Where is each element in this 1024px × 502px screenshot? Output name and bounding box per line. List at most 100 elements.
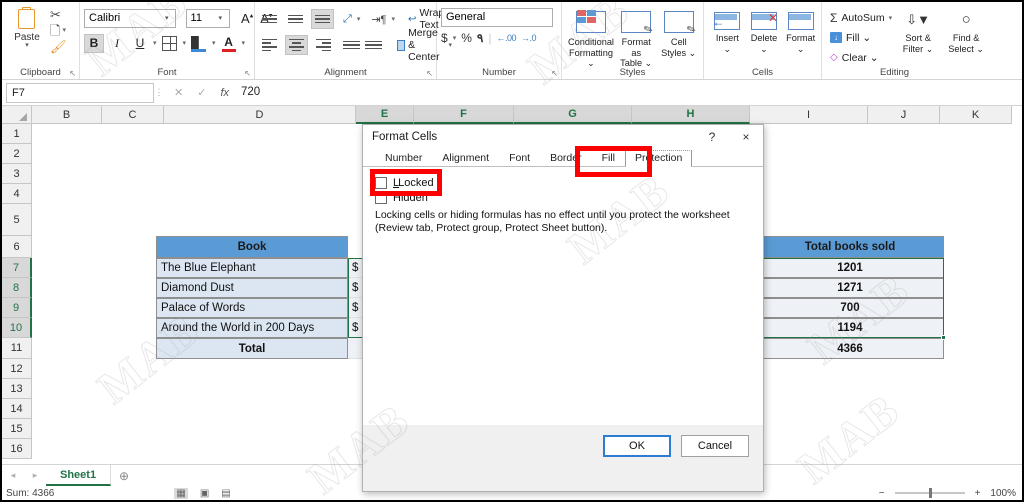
- column-header-G[interactable]: G: [514, 106, 632, 124]
- italic-button[interactable]: I: [107, 34, 127, 53]
- chevron-down-icon[interactable]: ▾: [25, 42, 29, 49]
- align-left-button[interactable]: [259, 36, 280, 54]
- sort-filter-button[interactable]: ⇩▼ Sort & Filter ⌄: [898, 9, 938, 54]
- cell-D8-book[interactable]: Diamond Dust: [156, 278, 348, 298]
- dialog-title-bar[interactable]: Format Cells ? ×: [363, 125, 763, 149]
- indent-chevron-down-icon[interactable]: ▾: [391, 15, 395, 23]
- locked-checkbox-row[interactable]: LLocked: [375, 177, 751, 189]
- row-header-5[interactable]: 5: [2, 204, 32, 236]
- close-icon[interactable]: ×: [729, 130, 763, 144]
- number-format-select[interactable]: General: [441, 8, 553, 27]
- font-size-input[interactable]: 11: [185, 8, 230, 28]
- conditional-formatting-button[interactable]: Conditional Formatting ⌄: [568, 9, 614, 69]
- row-header-7[interactable]: 7: [2, 258, 32, 278]
- row-header-12[interactable]: 12: [2, 359, 32, 379]
- clipboard-dialog-launcher[interactable]: ↖: [69, 69, 76, 78]
- paste-button[interactable]: Paste ▾: [6, 5, 48, 49]
- zoom-slider[interactable]: [894, 488, 965, 498]
- page-break-preview-icon[interactable]: ▤: [221, 488, 230, 499]
- currency-chevron-down-icon[interactable]: ▾: [453, 34, 457, 42]
- normal-view-icon[interactable]: ▦: [174, 487, 188, 499]
- row-header-16[interactable]: 16: [2, 439, 32, 459]
- name-box[interactable]: F7: [6, 82, 154, 103]
- borders-button[interactable]: [160, 34, 180, 53]
- dialog-tab-number[interactable]: Number: [375, 152, 432, 166]
- dialog-tab-font[interactable]: Font: [499, 152, 540, 166]
- comma-format-button[interactable]: ٩: [477, 31, 483, 45]
- column-header-F[interactable]: F: [414, 106, 514, 124]
- autosum-button[interactable]: Σ AutoSum ▾: [830, 9, 892, 26]
- clear-button[interactable]: ◇ Clear ⌄: [830, 49, 892, 66]
- column-header-K[interactable]: K: [940, 106, 1012, 124]
- row-header-2[interactable]: 2: [2, 144, 32, 164]
- column-header-B[interactable]: B: [32, 106, 102, 124]
- orientation-button[interactable]: ⤢: [343, 13, 352, 26]
- increase-font-size-button[interactable]: A▴: [239, 11, 255, 26]
- cell-H10-total-sold[interactable]: 1194: [756, 318, 944, 338]
- cell-H6-total-header[interactable]: Total books sold: [756, 236, 944, 258]
- row-header-1[interactable]: 1: [2, 124, 32, 144]
- cell-D11-total-label[interactable]: Total: [156, 338, 348, 359]
- enter-icon[interactable]: ✓: [197, 86, 206, 99]
- formula-bar-grip[interactable]: ⋮: [154, 87, 164, 98]
- dialog-tab-fill[interactable]: Fill: [592, 152, 625, 166]
- cell-D10-book[interactable]: Around the World in 200 Days: [156, 318, 348, 338]
- font-color-chevron-down-icon[interactable]: ▾: [242, 39, 246, 47]
- fill-color-button[interactable]: █: [189, 34, 209, 53]
- cut-button[interactable]: ✂: [50, 8, 67, 21]
- decrease-indent-button-2[interactable]: [343, 38, 360, 52]
- row-header-15[interactable]: 15: [2, 419, 32, 439]
- cell-styles-button[interactable]: ✎ Cell Styles ⌄: [658, 9, 699, 58]
- row-header-6[interactable]: 6: [2, 236, 32, 258]
- number-dialog-launcher[interactable]: ↖: [551, 69, 558, 78]
- fill-button[interactable]: ↓ Fill ⌄: [830, 29, 892, 46]
- row-header-10[interactable]: 10: [2, 318, 32, 338]
- format-cells-button[interactable]: Format ⌄: [784, 9, 817, 54]
- hidden-checkbox-row[interactable]: Hidden: [375, 192, 751, 204]
- align-right-button[interactable]: [313, 36, 334, 54]
- borders-chevron-down-icon[interactable]: ▾: [183, 39, 187, 47]
- insert-cells-button[interactable]: ← Insert ⌄: [711, 9, 744, 54]
- row-header-13[interactable]: 13: [2, 379, 32, 399]
- locked-checkbox[interactable]: [375, 177, 387, 189]
- format-as-table-button[interactable]: ✎ Format as Table ⌄: [616, 9, 657, 69]
- align-middle-button[interactable]: [285, 10, 306, 28]
- help-icon[interactable]: ?: [695, 130, 729, 144]
- column-header-E[interactable]: E: [356, 106, 414, 124]
- cell-D7-book[interactable]: The Blue Elephant: [156, 258, 348, 278]
- row-header-9[interactable]: 9: [2, 298, 32, 318]
- row-header-4[interactable]: 4: [2, 184, 32, 204]
- dialog-tab-alignment[interactable]: Alignment: [432, 152, 499, 166]
- bold-button[interactable]: B: [84, 33, 104, 53]
- dialog-tab-border[interactable]: Border: [540, 152, 592, 166]
- dialog-tab-protection[interactable]: Protection: [625, 150, 693, 167]
- decrease-decimal-button[interactable]: →.0: [521, 33, 536, 43]
- currency-format-button[interactable]: $: [441, 31, 448, 45]
- align-center-button[interactable]: [285, 35, 308, 55]
- align-top-button[interactable]: [259, 10, 280, 28]
- hidden-checkbox[interactable]: [375, 192, 387, 204]
- zoom-out-button[interactable]: −: [879, 488, 885, 499]
- insert-function-icon[interactable]: fx: [220, 87, 229, 99]
- cell-H9-total-sold[interactable]: 700: [756, 298, 944, 318]
- cell-D6-book-header[interactable]: Book: [156, 236, 348, 258]
- prev-sheet-button[interactable]: ◂: [2, 470, 24, 481]
- align-bottom-button[interactable]: [311, 9, 334, 29]
- selection-fill-handle[interactable]: [941, 335, 946, 340]
- row-header-8[interactable]: 8: [2, 278, 32, 298]
- cell-D9-book[interactable]: Palace of Words: [156, 298, 348, 318]
- increase-indent-button[interactable]: [365, 38, 382, 52]
- format-painter-button[interactable]: 🖌: [50, 40, 67, 53]
- column-header-D[interactable]: D: [164, 106, 356, 124]
- alignment-dialog-launcher[interactable]: ↖: [426, 69, 433, 78]
- cell-H7-total-sold[interactable]: 1201: [756, 258, 944, 278]
- underline-chevron-down-icon[interactable]: ▾: [153, 39, 157, 47]
- orientation-chevron-down-icon[interactable]: ▾: [357, 15, 361, 23]
- font-color-button[interactable]: A: [219, 34, 239, 53]
- row-header-11[interactable]: 11: [2, 338, 32, 359]
- underline-button[interactable]: U: [130, 34, 150, 53]
- ok-button[interactable]: OK: [603, 435, 671, 457]
- zoom-level-label[interactable]: 100%: [990, 488, 1016, 499]
- column-header-I[interactable]: I: [750, 106, 868, 124]
- find-select-button[interactable]: ○ Find & Select ⌄: [944, 9, 988, 54]
